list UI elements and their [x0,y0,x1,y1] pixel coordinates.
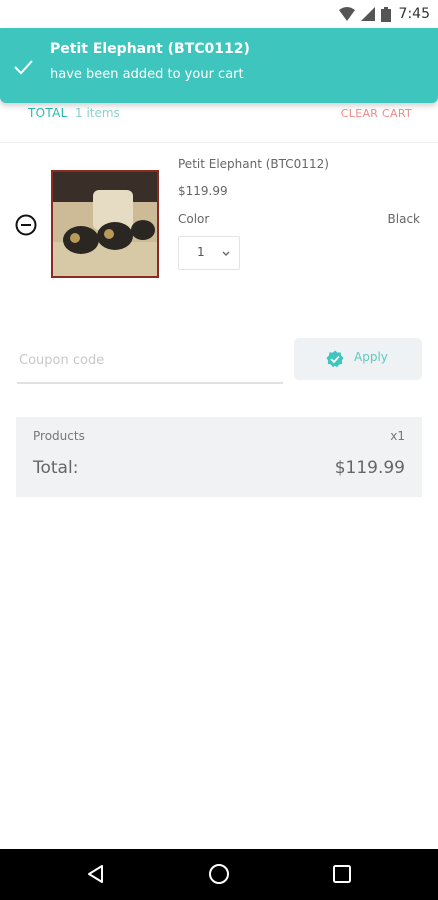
quantity-select[interactable]: 1 [178,236,240,270]
wifi-icon [338,7,355,21]
coupon-input[interactable] [17,338,283,384]
color-value: Black [387,212,420,226]
recent-apps-icon[interactable] [332,864,352,884]
home-icon[interactable] [208,863,230,885]
status-icons: 7:45 [338,4,430,24]
verified-check-icon [326,350,344,368]
signal-icon [360,7,375,21]
apply-coupon-button[interactable]: Apply [294,338,422,380]
order-summary: Products x1 Total: $119.99 [16,417,422,497]
quantity-value: 1 [197,245,205,259]
status-time: 7:45 [398,6,430,22]
total-label: TOTAL [28,106,68,120]
added-to-cart-toast[interactable]: Petit Elephant (BTC0112) have been added… [0,28,438,103]
navigation-bar [0,849,438,900]
product-image[interactable] [51,170,159,278]
clear-cart-button[interactable]: CLEAR CART [341,107,412,120]
elephant-photo [53,172,157,276]
toast-title: Petit Elephant (BTC0112) [50,41,250,57]
remove-item-icon[interactable] [15,214,37,236]
items-count: 1 items [75,106,120,120]
cart-header: TOTAL 1 items CLEAR CART [0,98,438,143]
products-quantity: x1 [390,429,405,443]
total-value: $119.99 [334,458,405,478]
item-name: Petit Elephant (BTC0112) [178,157,329,171]
color-label: Color [178,212,210,226]
back-icon[interactable] [85,863,107,885]
apply-label: Apply [354,350,388,364]
item-price: $119.99 [178,184,228,198]
battery-icon [380,6,391,22]
check-icon [14,60,33,75]
chevron-down-icon [222,251,230,256]
total-text: Total: [33,458,79,478]
status-bar: 7:45 [0,0,438,28]
products-label: Products [33,429,85,443]
toast-message: have been added to your cart [50,67,244,82]
